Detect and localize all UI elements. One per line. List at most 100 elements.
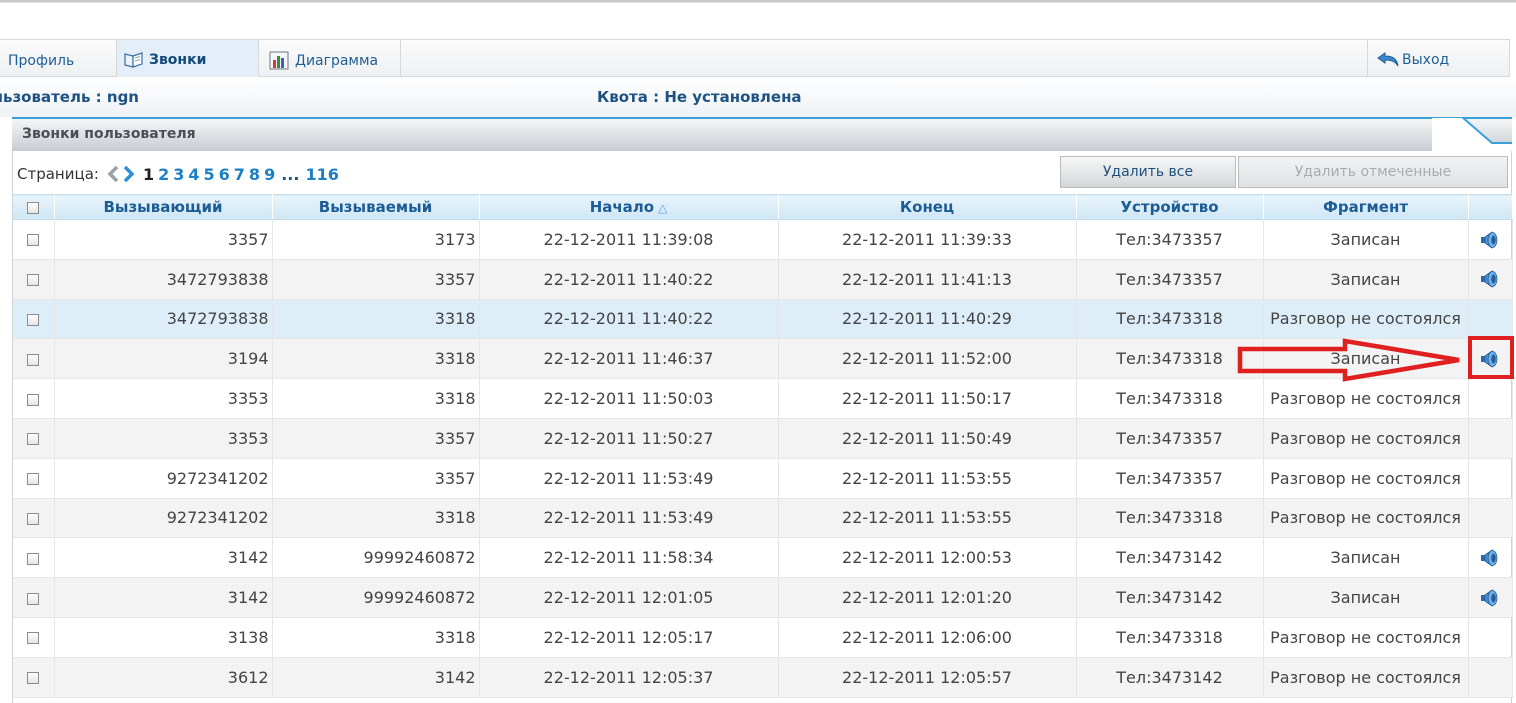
row-checkbox[interactable] xyxy=(27,433,40,446)
next-page-icon[interactable] xyxy=(121,164,137,184)
row-checkbox[interactable] xyxy=(27,393,40,406)
page-link[interactable]: 9 xyxy=(264,165,275,184)
fragment-status: Разговор не состоялся xyxy=(1263,657,1469,698)
prev-page-icon[interactable] xyxy=(105,164,121,184)
play-cell xyxy=(1468,418,1513,459)
play-cell xyxy=(1468,219,1513,260)
caller-cell: 3353 xyxy=(54,418,273,459)
row-checkbox[interactable] xyxy=(27,473,40,486)
callee-cell: 3318 xyxy=(272,299,480,340)
select-all-checkbox[interactable] xyxy=(27,201,40,214)
speaker-icon[interactable] xyxy=(1478,230,1502,250)
start-cell: 22-12-2011 12:05:17 xyxy=(479,617,779,658)
column-header-label: Вызывающий xyxy=(103,198,223,216)
row-select-cell xyxy=(13,617,55,658)
table-row[interactable]: 9272341202 3357 22-12-2011 11:53:49 22-12-2… xyxy=(13,458,1513,499)
table-row[interactable]: 3353 3318 22-12-2011 11:50:03 22-12-2011 11… xyxy=(13,378,1513,419)
end-cell: 22-12-2011 11:41:13 xyxy=(778,259,1077,300)
row-select-cell xyxy=(13,378,55,419)
callee-cell: 3318 xyxy=(272,617,480,658)
page-link[interactable]: 6 xyxy=(219,165,230,184)
tab-calls-label: Звонки xyxy=(149,51,207,68)
play-cell xyxy=(1468,378,1513,419)
row-checkbox[interactable] xyxy=(27,313,40,326)
tab-chart-label: Диаграмма xyxy=(295,52,379,69)
page-ellipsis: ... xyxy=(281,164,300,184)
column-header-caller[interactable]: Вызывающий xyxy=(54,194,273,220)
play-cell xyxy=(1468,498,1513,539)
row-checkbox[interactable] xyxy=(27,274,40,287)
table-row[interactable]: 9272341202 3318 22-12-2011 11:53:49 22-12-2… xyxy=(13,498,1513,539)
start-cell: 22-12-2011 11:39:08 xyxy=(479,219,779,260)
device-cell: Тел:3473357 xyxy=(1076,458,1264,499)
speaker-icon[interactable] xyxy=(1478,269,1502,289)
row-checkbox[interactable] xyxy=(27,632,40,645)
caller-cell: 9272341202 xyxy=(54,458,273,499)
caller-cell: 3612 xyxy=(54,657,273,698)
end-cell: 22-12-2011 11:50:49 xyxy=(778,418,1077,459)
page-link[interactable]: 2 xyxy=(158,165,169,184)
column-header-start[interactable]: Начало △ xyxy=(479,194,779,220)
row-checkbox[interactable] xyxy=(27,592,40,605)
logout-label: Выход xyxy=(1402,51,1450,68)
device-cell: Тел:3473357 xyxy=(1076,259,1264,300)
row-checkbox[interactable] xyxy=(27,234,40,247)
caller-cell: 9272341202 xyxy=(54,498,273,539)
device-cell: Тел:3473142 xyxy=(1076,577,1264,618)
page-link[interactable]: 3 xyxy=(173,165,184,184)
table-row[interactable]: 3357 3173 22-12-2011 11:39:08 22-12-2011 11… xyxy=(13,219,1513,260)
column-header-play xyxy=(1468,194,1513,220)
table-row[interactable]: 3472793838 3357 22-12-2011 11:40:22 22-12-2… xyxy=(13,259,1513,300)
callee-cell: 99992460872 xyxy=(272,537,480,579)
column-header-fragment[interactable]: Фрагмент xyxy=(1263,194,1469,220)
start-cell: 22-12-2011 12:05:37 xyxy=(479,657,779,698)
table-row[interactable]: 3472793838 3318 22-12-2011 11:40:22 22-12-2… xyxy=(13,299,1513,340)
table-row[interactable]: 3142 99992460872 22-12-2011 11:58:34 22-12-… xyxy=(13,537,1513,579)
callee-cell: 3318 xyxy=(272,498,480,539)
caller-cell: 3138 xyxy=(54,617,273,658)
delete-all-button[interactable]: Удалить все xyxy=(1060,156,1236,188)
column-header-device[interactable]: Устройство xyxy=(1076,194,1264,220)
logout-button[interactable]: Выход xyxy=(1367,40,1510,77)
column-header-end[interactable]: Конец xyxy=(778,194,1077,220)
table-row[interactable]: 3612 3142 22-12-2011 12:05:37 22-12-2011 12… xyxy=(13,657,1513,698)
page-link[interactable]: 7 xyxy=(234,165,245,184)
table-header-row: Вызывающий Вызываемый Начало △ Конец Устр… xyxy=(13,194,1513,220)
row-checkbox[interactable] xyxy=(27,672,40,685)
column-header-callee[interactable]: Вызываемый xyxy=(272,194,480,220)
caller-cell: 3142 xyxy=(54,537,273,579)
table-row[interactable]: 3138 3318 22-12-2011 12:05:17 22-12-2011 12… xyxy=(13,617,1513,658)
device-cell: Тел:3473318 xyxy=(1076,338,1264,380)
page-last[interactable]: 116 xyxy=(305,165,338,184)
tab-chart[interactable]: Диаграмма xyxy=(259,40,401,77)
row-checkbox[interactable] xyxy=(27,512,40,525)
highlight-arrow xyxy=(1237,338,1460,382)
fragment-status: Разговор не состоялся xyxy=(1263,498,1469,539)
delete-checked-button[interactable]: Удалить отмеченные xyxy=(1238,156,1508,188)
end-cell: 22-12-2011 11:50:17 xyxy=(778,378,1077,419)
top-border xyxy=(0,0,1516,3)
phone-book-icon xyxy=(123,50,145,70)
speaker-icon[interactable] xyxy=(1478,588,1502,608)
speaker-icon[interactable] xyxy=(1478,548,1502,568)
row-select-cell xyxy=(13,657,55,698)
table-row[interactable]: 3353 3357 22-12-2011 11:50:27 22-12-2011 11… xyxy=(13,418,1513,459)
table-row[interactable]: 3142 99992460872 22-12-2011 12:01:05 22-12-… xyxy=(13,577,1513,618)
end-cell: 22-12-2011 11:39:33 xyxy=(778,219,1077,260)
tab-calls[interactable]: Звонки xyxy=(117,40,259,77)
page-link[interactable]: 4 xyxy=(188,165,199,184)
row-select-cell xyxy=(13,338,55,380)
page-link[interactable]: 8 xyxy=(249,165,260,184)
row-select-cell xyxy=(13,219,55,260)
row-checkbox[interactable] xyxy=(27,552,40,565)
page-link[interactable]: 5 xyxy=(204,165,215,184)
tab-profile[interactable]: Профиль xyxy=(0,40,117,77)
start-cell: 22-12-2011 11:58:34 xyxy=(479,537,779,579)
pagination-label: Страница: xyxy=(17,165,99,183)
panel-title: Звонки пользователя xyxy=(22,126,196,142)
device-cell: Тел:3473318 xyxy=(1076,617,1264,658)
row-checkbox[interactable] xyxy=(27,353,40,366)
play-cell xyxy=(1468,259,1513,300)
fragment-status: Разговор не состоялся xyxy=(1263,418,1469,459)
user-name: льзователь : ngn xyxy=(0,88,139,106)
